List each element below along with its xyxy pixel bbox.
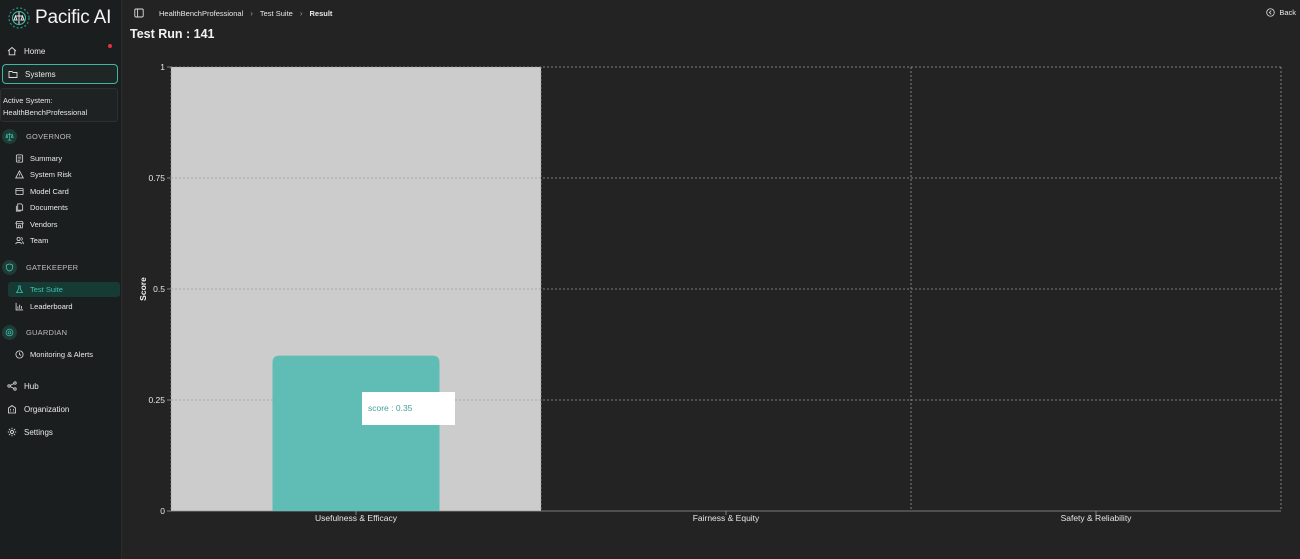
warning-icon — [14, 170, 24, 179]
active-system-label: Active System: — [3, 96, 53, 105]
card-icon — [14, 187, 24, 196]
sidebar-item-hub[interactable]: Hub — [2, 376, 118, 396]
share-icon — [7, 381, 17, 391]
sidebar-item-label: Summary — [30, 154, 63, 163]
sidebar-item-home[interactable]: Home — [2, 41, 118, 61]
y-tick-label: 1 — [160, 62, 165, 72]
y-tick-label: 0.5 — [153, 284, 165, 294]
gear-icon — [7, 427, 17, 437]
score-chart: 0 0.25 0.5 0.75 1 Usefulness & Efficacy Fairne… — [122, 40, 1300, 559]
y-tick-label: 0 — [160, 506, 165, 516]
sidebar-item-team[interactable]: Team — [14, 233, 120, 248]
clock-icon — [14, 350, 24, 359]
y-tick-label: 0.75 — [148, 173, 165, 183]
sidebar-item-label: Model Card — [30, 187, 69, 196]
documents-icon — [15, 203, 23, 212]
sidebar-item-settings[interactable]: Settings — [2, 422, 118, 442]
top-bar: HealthBenchProfessional › Test Suite › R… — [122, 0, 1300, 28]
bar-chart-icon — [15, 302, 23, 311]
pacific-ai-logo-icon — [8, 7, 30, 29]
back-label: Back — [1279, 8, 1296, 17]
sidebar-item-label: Team — [30, 236, 49, 245]
sidebar-item-label: Documents — [30, 203, 68, 212]
home-icon — [7, 46, 17, 56]
active-system-card: Active System: HealthBenchProfessional — [0, 88, 118, 122]
sidebar-item-label: Organization — [24, 404, 70, 414]
app-name: Pacific AI — [35, 7, 112, 28]
x-tick-label: Safety & Reliability — [1061, 513, 1133, 523]
y-tick-label: 0.25 — [148, 395, 165, 405]
summary-icon — [15, 154, 23, 163]
sidebar-item-label: Systems — [25, 69, 56, 79]
sidebar-item-label: Leaderboard — [30, 302, 73, 311]
bar — [272, 355, 440, 511]
x-tick-label: Fairness & Equity — [693, 513, 760, 523]
chevron-right-icon: › — [299, 9, 303, 18]
breadcrumb: HealthBenchProfessional › Test Suite › R… — [159, 9, 332, 18]
sidebar-item-documents[interactable]: Documents — [14, 200, 120, 215]
building-icon — [8, 404, 16, 414]
sidebar-item-label: System Risk — [30, 170, 72, 179]
section-guardian: GUARDIAN — [2, 324, 67, 340]
logo[interactable]: Pacific AI — [7, 5, 111, 31]
folder-icon — [8, 71, 18, 78]
sidebar-item-summary[interactable]: Summary — [14, 151, 120, 166]
chevron-right-icon: › — [250, 9, 253, 18]
users-icon — [14, 236, 24, 245]
sidebar-item-label: Home — [24, 46, 46, 56]
notification-dot — [108, 44, 112, 48]
back-button[interactable]: Back — [1266, 8, 1296, 17]
sidebar-item-test-suite[interactable]: Test Suite — [8, 282, 120, 297]
sidebar-item-systems[interactable]: Systems — [2, 64, 118, 84]
sidebar-item-label: Test Suite — [30, 285, 63, 294]
sidebar-item-leaderboard[interactable]: Leaderboard — [14, 299, 120, 314]
sidebar-item-monitoring-alerts[interactable]: Monitoring & Alerts — [14, 347, 120, 362]
store-icon — [15, 220, 23, 229]
x-tick-label: Usefulness & Efficacy — [315, 513, 398, 523]
section-governor: GOVERNOR — [2, 128, 71, 144]
y-axis-label: Score — [138, 277, 148, 301]
section-title: GOVERNOR — [26, 131, 72, 141]
section-title: GATEKEEPER — [26, 262, 79, 272]
sidebar-item-vendors[interactable]: Vendors — [14, 217, 120, 232]
shield-icon — [5, 262, 14, 272]
breadcrumb-item-result: Result — [309, 9, 333, 18]
breadcrumb-item-system[interactable]: HealthBenchProfessional — [159, 9, 243, 18]
sidebar-item-organization[interactable]: Organization — [2, 399, 118, 419]
scale-icon — [5, 132, 14, 140]
section-gatekeeper: GATEKEEPER — [2, 259, 78, 275]
page-title: Test Run : 141 — [130, 27, 215, 41]
bar-chart-svg: 0 0.25 0.5 0.75 1 Usefulness & Efficacy Fairne… — [138, 62, 1282, 523]
sidebar-item-system-risk[interactable]: System Risk — [14, 167, 120, 182]
sidebar-item-label: Hub — [24, 381, 39, 391]
sidebar-item-model-card[interactable]: Model Card — [14, 184, 120, 199]
sidebar-item-label: Monitoring & Alerts — [30, 350, 93, 359]
sidebar-toggle-icon[interactable] — [134, 8, 144, 18]
sidebar-item-label: Vendors — [30, 220, 58, 229]
sidebar-item-label: Settings — [24, 427, 53, 437]
chart-tooltip: score : 0.35 — [362, 391, 455, 425]
section-title: GUARDIAN — [26, 327, 68, 337]
radar-icon — [5, 328, 14, 336]
flask-icon — [15, 285, 23, 294]
back-arrow-icon — [1266, 8, 1275, 17]
sidebar: Pacific AI Home Systems Active System: H… — [0, 0, 122, 559]
active-system-value: HealthBenchProfessional — [3, 108, 88, 117]
breadcrumb-item-test-suite[interactable]: Test Suite — [260, 9, 293, 18]
